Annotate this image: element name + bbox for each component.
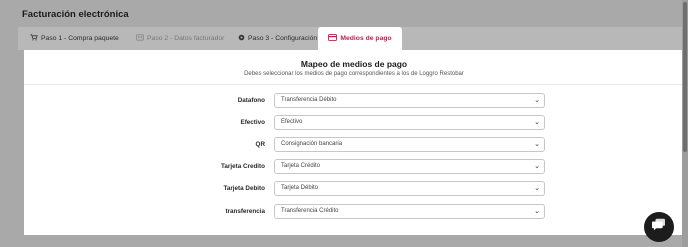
select-value: Transferencia Crédito <box>281 208 339 214</box>
credit-card-icon <box>328 34 338 43</box>
mapping-row-qr: QR Consignación bancaria ⌄ <box>24 137 684 152</box>
mapping-label: Tarjeta Credito <box>221 163 265 170</box>
mapping-label: Efectivo <box>240 119 266 126</box>
payment-method-select[interactable]: Transferencia Crédito ⌄ <box>274 204 545 219</box>
chevron-down-icon: ⌄ <box>534 163 540 170</box>
panel-header: Mapeo de medios de pago Debes selecciona… <box>24 50 684 85</box>
mapping-label: Datafono <box>237 97 265 104</box>
page-title: Facturación electrónica <box>22 9 129 20</box>
select-value: Tarjeta Débito <box>281 185 319 191</box>
tab-medios-de-pago[interactable]: Medios de pago <box>318 27 402 50</box>
payment-method-select[interactable]: Consignación bancaria ⌄ <box>274 137 545 152</box>
tab-datos-facturador[interactable]: Paso 2 - Datos facturador <box>136 27 224 50</box>
mapping-row-transferencia: transferencia Transferencia Crédito ⌄ <box>24 204 684 219</box>
mapping-label: QR <box>255 141 265 148</box>
payment-method-select[interactable]: Efectivo ⌄ <box>274 115 545 130</box>
select-value: Tarjeta Crédito <box>281 163 321 169</box>
chevron-down-icon: ⌄ <box>534 208 540 215</box>
panel-title: Mapeo de medios de pago <box>300 59 408 69</box>
scrollbar-thumb[interactable] <box>683 2 687 152</box>
chat-bubble-icon <box>652 218 666 236</box>
gear-icon <box>238 34 245 43</box>
chat-button[interactable] <box>644 212 674 242</box>
payment-method-select[interactable]: Transferencia Débito ⌄ <box>274 93 545 108</box>
tab-configuracion[interactable]: Paso 3 - Configuración <box>238 27 317 50</box>
tab-label: Medios de pago <box>340 35 392 42</box>
chevron-down-icon: ⌄ <box>534 97 540 104</box>
panel-subtitle: Debes seleccionar los medios de pago cor… <box>244 71 464 77</box>
cart-icon <box>30 34 38 43</box>
tab-label: Paso 3 - Configuración <box>248 35 318 42</box>
mapping-label: transferencia <box>225 208 265 215</box>
chevron-down-icon: ⌄ <box>534 185 540 192</box>
tab-compra-paquete[interactable]: Paso 1 - Compra paquete <box>30 27 119 50</box>
medios-de-pago-panel: Mapeo de medios de pago Debes selecciona… <box>24 50 684 235</box>
scrollbar[interactable] <box>682 0 688 247</box>
select-value: Efectivo <box>281 119 303 125</box>
chevron-down-icon: ⌄ <box>534 141 540 148</box>
mapping-label: Tarjeta Debito <box>223 185 265 192</box>
mapping-row-tarjeta-debito: Tarjeta Debito Tarjeta Débito ⌄ <box>24 181 684 196</box>
select-value: Transferencia Débito <box>281 97 337 103</box>
select-value: Consignación bancaria <box>281 141 343 147</box>
chevron-down-icon: ⌄ <box>534 119 540 126</box>
user-card-icon <box>136 34 144 43</box>
mapping-row-tarjeta-credito: Tarjeta Credito Tarjeta Crédito ⌄ <box>24 159 684 174</box>
payment-method-select[interactable]: Tarjeta Crédito ⌄ <box>274 159 545 174</box>
tab-label: Paso 1 - Compra paquete <box>41 35 119 42</box>
tab-label: Paso 2 - Datos facturador <box>147 35 225 42</box>
mapping-row-datafono: Datafono Transferencia Débito ⌄ <box>24 93 684 108</box>
mapping-row-efectivo: Efectivo Efectivo ⌄ <box>24 115 684 130</box>
payment-method-select[interactable]: Tarjeta Débito ⌄ <box>274 181 545 196</box>
